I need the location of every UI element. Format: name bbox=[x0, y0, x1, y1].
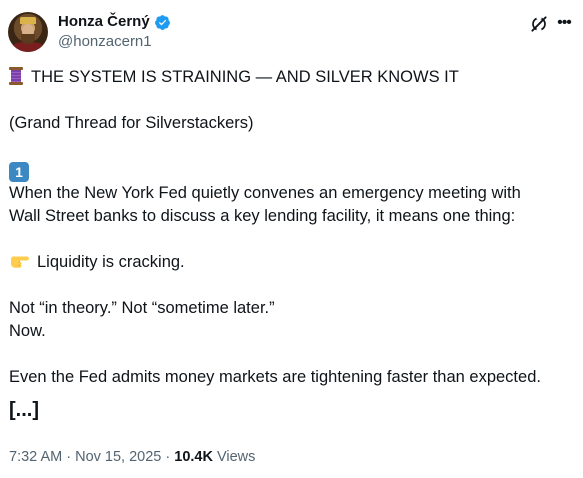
views-label: Views bbox=[212, 449, 256, 465]
verified-badge-icon[interactable] bbox=[154, 14, 171, 31]
author-handle[interactable]: @honzacern1 bbox=[58, 32, 171, 52]
tweet-line-title: THE SYSTEM IS STRAINING — AND SILVER KNO… bbox=[9, 66, 575, 89]
tweet-meta: 7:32 AM · Nov 15, 2025 · 10.4K Views bbox=[9, 449, 255, 465]
para-2-text: Liquidity is cracking. bbox=[37, 253, 185, 271]
display-name-text[interactable]: Honza Černý bbox=[58, 12, 150, 32]
title-text: THE SYSTEM IS STRAINING — AND SILVER KNO… bbox=[31, 68, 459, 86]
tweet-para-3: Not “in theory.” Not “sometime later.” N… bbox=[9, 299, 275, 340]
meta-separator: · bbox=[62, 449, 76, 465]
tweet-subtitle: (Grand Thread for Silverstackers) bbox=[9, 114, 254, 132]
meta-separator: · bbox=[161, 449, 175, 465]
tweet-text: THE SYSTEM IS STRAINING — AND SILVER KNO… bbox=[9, 66, 575, 423]
tweet-header: Honza Černý @honzacern1 ••• bbox=[8, 10, 575, 56]
more-options-icon[interactable]: ••• bbox=[553, 12, 575, 34]
views-count[interactable]: 10.4K bbox=[174, 449, 213, 465]
tweet-para-2: Liquidity is cracking. bbox=[9, 251, 575, 274]
thread-spool-icon bbox=[9, 67, 23, 85]
grok-icon[interactable] bbox=[529, 14, 549, 34]
tweet-para-4: Even the Fed admits money markets are ti… bbox=[9, 368, 541, 386]
tweet-para-1: When the New York Fed quietly convenes a… bbox=[9, 184, 521, 225]
avatar[interactable] bbox=[8, 12, 48, 52]
tweet-keycap-line: 1 bbox=[9, 158, 575, 182]
tweet-truncation[interactable]: [...] bbox=[9, 397, 575, 423]
keycap-one-icon: 1 bbox=[9, 162, 29, 182]
tweet-date[interactable]: Nov 15, 2025 bbox=[75, 449, 161, 465]
tweet-time[interactable]: 7:32 AM bbox=[9, 449, 62, 465]
author-display-name[interactable]: Honza Černý bbox=[58, 12, 171, 32]
pointing-hand-icon bbox=[11, 256, 29, 268]
author-names: Honza Černý @honzacern1 bbox=[58, 12, 171, 52]
